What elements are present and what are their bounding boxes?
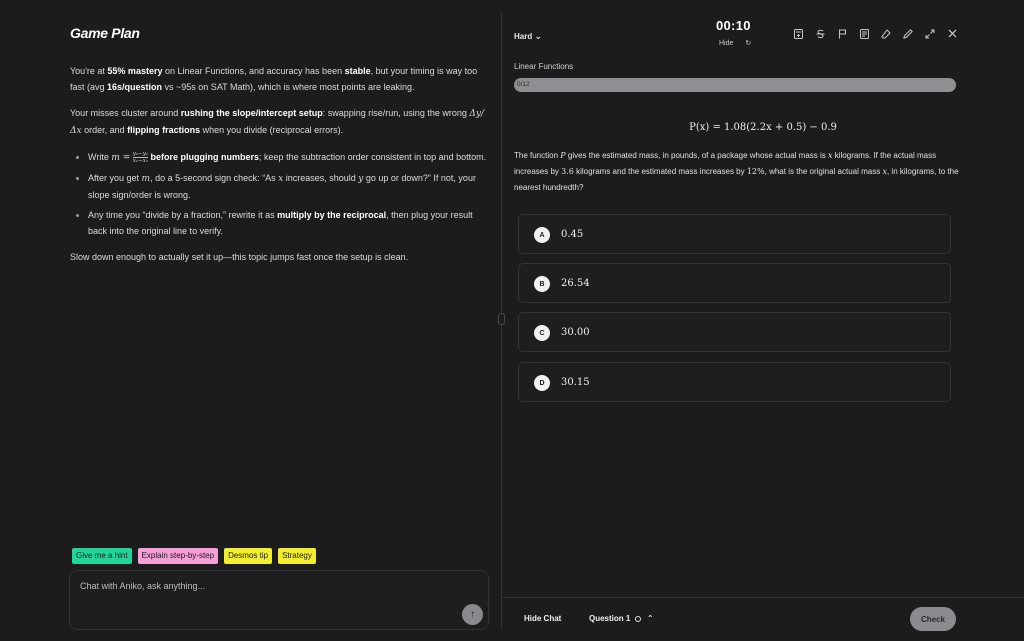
choice-value: 30.00 — [561, 327, 590, 338]
text: You're at — [70, 66, 108, 76]
function-formula: P(x) = 1.08(2.2x + 0.5) − 0.9 — [689, 122, 837, 133]
text: when you divide (reciprocal errors). — [200, 125, 344, 135]
game-plan-panel: Game Plan You're at 55% mastery on Linea… — [0, 0, 501, 641]
chat-input[interactable] — [80, 581, 440, 591]
toolbar — [787, 29, 963, 41]
calculator-icon[interactable] — [787, 29, 809, 41]
hide-timer-button[interactable]: Hide ↻ — [719, 39, 751, 47]
topic-label: Linear Functions — [514, 62, 574, 71]
emphasis: flipping fractions — [127, 125, 201, 135]
answer-choice-c[interactable]: C 30.00 — [518, 312, 951, 352]
choice-letter: C — [534, 325, 550, 341]
math-expression: m = — [111, 153, 131, 163]
summary-paragraph: You're at 55% mastery on Linear Function… — [70, 63, 490, 95]
chat-box: ↑ — [69, 570, 489, 630]
text: order, and — [81, 125, 128, 135]
question-nav-label: Question 1 — [589, 614, 631, 623]
arrow-up-icon: ↑ — [470, 609, 475, 620]
strikethrough-icon[interactable] — [809, 29, 831, 41]
question-nav-button[interactable]: Question 1 ⌃ — [589, 614, 654, 623]
timer-display: 00:10 — [716, 18, 751, 33]
answer-choice-a[interactable]: A 0.45 — [518, 214, 951, 254]
list-item: Any time you “divide by a fraction,” rew… — [70, 207, 490, 239]
question-panel: Hard ⌄ 00:10 Hide ↻ Linear Functions 0/1… — [502, 0, 1024, 641]
difficulty-label: Hard — [514, 32, 533, 41]
emphasis: multiply by the reciprocal — [277, 210, 387, 220]
text: kilograms and the estimated mass increas… — [573, 167, 747, 176]
chip-desmos-tip[interactable]: Desmos tip — [224, 548, 273, 564]
text: : swapping rise/run, using the wrong — [322, 108, 470, 118]
math-number: 3.6 — [561, 167, 574, 176]
text: Your misses cluster around — [70, 108, 181, 118]
list-item: After you get m, do a 5-second sign chec… — [70, 170, 490, 203]
chevron-up-icon: ⌃ — [646, 614, 654, 623]
accuracy-status: stable — [344, 66, 371, 76]
emphasis: rushing the slope/intercept setup — [180, 108, 323, 118]
text: Write — [88, 152, 112, 162]
text: ; keep the subtraction order consistent … — [259, 152, 487, 162]
text: on Linear Functions, and accuracy has be… — [162, 66, 345, 76]
flag-icon[interactable] — [831, 29, 853, 41]
eraser-icon[interactable] — [875, 29, 897, 41]
text: , what is the original actual mass — [764, 167, 883, 176]
send-button[interactable]: ↑ — [462, 604, 483, 625]
progress-text: 0/12 — [517, 81, 530, 88]
pen-icon[interactable] — [897, 29, 919, 41]
text: , do a 5-second sign check: “As — [150, 173, 279, 183]
reference-sheet-icon[interactable] — [853, 29, 875, 41]
timing-value: 16s/question — [107, 82, 163, 92]
chip-strategy[interactable]: Strategy — [278, 548, 316, 564]
difficulty-dropdown[interactable]: Hard ⌄ — [514, 31, 542, 42]
text: After you get — [88, 173, 142, 183]
hide-label: Hide — [719, 40, 734, 47]
choice-letter: B — [534, 276, 550, 292]
text: Any time you “divide by a fraction,” rew… — [88, 210, 278, 220]
game-plan-content: You're at 55% mastery on Linear Function… — [70, 63, 490, 275]
chip-give-hint[interactable]: Give me a hint — [72, 548, 132, 564]
slope-fraction: y₂−y₁ x₂−x₁ — [132, 151, 149, 165]
text: The function — [514, 151, 561, 160]
expand-icon[interactable] — [919, 29, 941, 41]
bottom-divider — [502, 597, 1024, 598]
choice-value: 0.45 — [561, 229, 584, 240]
close-icon[interactable] — [941, 29, 963, 41]
answer-choice-d[interactable]: D 30.15 — [518, 362, 951, 402]
misses-paragraph: Your misses cluster around rushing the s… — [70, 105, 490, 139]
fraction-numerator: y₂−y₁ — [132, 151, 149, 159]
panel-title: Game Plan — [70, 25, 140, 41]
question-text: The function P gives the estimated mass,… — [514, 148, 959, 196]
app-window: Game Plan You're at 55% mastery on Linea… — [0, 0, 1024, 641]
closing-paragraph: Slow down enough to actually set it up—t… — [70, 252, 409, 262]
mastery-value: 55% mastery — [107, 66, 163, 76]
chip-explain-step[interactable]: Explain step-by-step — [137, 548, 219, 564]
choice-letter: D — [534, 375, 550, 391]
math-number: 12% — [746, 167, 765, 176]
circle-icon — [634, 616, 641, 622]
chevron-down-icon: ⌄ — [534, 31, 543, 41]
choice-letter: A — [534, 227, 550, 243]
choice-value: 26.54 — [561, 278, 590, 289]
fraction-denominator: x₂−x₁ — [132, 158, 149, 165]
text: gives the estimated mass, in pounds, of … — [565, 151, 828, 160]
text: increases, should — [283, 173, 359, 183]
progress-bar: 0/12 — [514, 78, 956, 92]
tips-list: Write m = y₂−y₁ x₂−x₁ before plugging num… — [70, 149, 490, 239]
hide-chat-button[interactable]: Hide Chat — [524, 614, 561, 623]
answer-choice-b[interactable]: B 26.54 — [518, 263, 951, 303]
math-expression: m — [141, 174, 151, 184]
choice-value: 30.15 — [561, 377, 590, 388]
refresh-icon: ↻ — [745, 40, 752, 47]
suggestion-chips: Give me a hint Explain step-by-step Desm… — [72, 548, 316, 564]
text: vs ~95s on SAT Math), which is where mos… — [162, 82, 415, 92]
emphasis: before plugging numbers — [148, 152, 260, 162]
check-button[interactable]: Check — [910, 607, 956, 631]
list-item: Write m = y₂−y₁ x₂−x₁ before plugging num… — [70, 149, 490, 166]
